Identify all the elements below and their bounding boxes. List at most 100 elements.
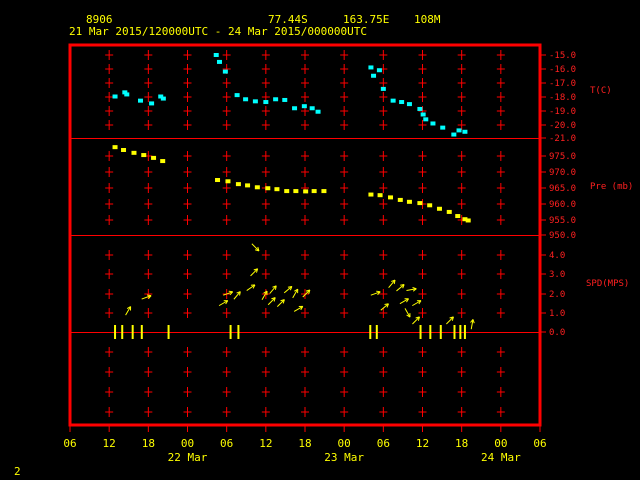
pressure-point: [151, 155, 157, 160]
y-tick-label: 1.0: [549, 309, 565, 319]
temperature-point: [420, 112, 426, 117]
temperature-point: [292, 106, 298, 111]
y-tick-label: -19.0: [549, 107, 576, 117]
x-axis-ticks: 06 12 18 00 06 12 18 00 06 12 18 00 06 22 Mar 23 Mar 24…: [63, 425, 547, 464]
x-tick-label: 06: [63, 437, 76, 450]
temperature-point: [243, 97, 249, 102]
page-number: 2: [14, 465, 21, 478]
wind-arrow: [283, 285, 293, 294]
temperature-point: [282, 97, 288, 102]
wind-arrow: [446, 316, 454, 325]
temperature-point: [234, 93, 240, 98]
temperature-point: [149, 101, 155, 106]
temperature-point: [216, 59, 222, 64]
x-tick-label: 00: [181, 437, 194, 450]
pressure-point: [436, 206, 442, 211]
temperature-point: [380, 86, 386, 91]
data-marks: [112, 53, 475, 339]
pressure-point: [131, 150, 137, 155]
pressure-point: [121, 147, 127, 152]
pressure-point: [417, 201, 423, 206]
pressure-point: [406, 199, 412, 204]
y-tick-label: -15.0: [549, 51, 576, 61]
pressure-point: [377, 193, 383, 198]
temperature-point: [315, 109, 321, 114]
wind-arrow: [412, 300, 422, 307]
wind-arrow: [276, 299, 285, 308]
x-tick-label: 06: [377, 437, 390, 450]
pressure-point: [311, 189, 317, 194]
temperature-point: [451, 132, 457, 137]
wind-arrow: [223, 290, 234, 296]
pressure-point: [368, 192, 374, 197]
pressure-point: [397, 197, 403, 202]
wind-arrow: [250, 268, 259, 277]
elevation: 108M: [414, 13, 441, 26]
date-label: 22 Mar: [168, 451, 208, 464]
y-tick-label: -17.0: [549, 79, 576, 89]
y-tick-label: -21.0: [549, 134, 576, 144]
pressure-point: [293, 189, 299, 194]
y-tick-label: 965.0: [549, 184, 576, 194]
wind-arrow: [380, 303, 389, 311]
pressure-point: [235, 182, 241, 187]
y-tick-label: 950.0: [549, 231, 576, 241]
x-tick-label: 06: [533, 437, 546, 450]
x-tick-label: 18: [142, 437, 155, 450]
wind-arrow: [233, 291, 241, 300]
temperature-point: [390, 98, 396, 103]
y-tick-label: 4.0: [549, 251, 565, 261]
y-tick-label: 3.0: [549, 270, 565, 280]
x-tick-label: 00: [494, 437, 507, 450]
temperature-point: [138, 98, 143, 103]
pressure-point: [141, 153, 147, 158]
wind-arrow: [293, 305, 304, 312]
wind-arrow: [388, 279, 396, 289]
temperature-point: [301, 104, 307, 109]
y-tick-label: 2.0: [549, 290, 565, 300]
wind-arrow: [404, 308, 411, 318]
temperature-point: [368, 65, 374, 70]
date-label: 23 Mar: [324, 451, 364, 464]
wind-arrow: [218, 300, 229, 307]
wind-arrow: [267, 297, 276, 306]
x-tick-label: 06: [220, 437, 233, 450]
x-tick-label: 12: [416, 437, 429, 450]
wind-arrow: [246, 284, 256, 292]
wind-arrow: [396, 284, 405, 292]
y-tick-label: -18.0: [549, 93, 576, 103]
wind-arrow: [370, 290, 381, 296]
pressure-point: [225, 179, 231, 184]
y-tick-label: 960.0: [549, 200, 576, 210]
temperature-point: [440, 125, 446, 130]
temperature-axis-label: T(C): [590, 86, 612, 96]
y-tick-label: 955.0: [549, 216, 576, 226]
wind-arrow: [251, 243, 260, 252]
temperature-point: [112, 94, 118, 99]
temperature-point: [371, 73, 377, 78]
pressure-point: [427, 203, 433, 208]
pressure-point: [388, 195, 394, 200]
pressure-point: [303, 189, 309, 194]
temperature-point: [462, 129, 468, 134]
y-tick-label: 970.0: [549, 168, 576, 178]
temperature-point: [309, 106, 315, 111]
y-tick-label: 975.0: [549, 152, 576, 162]
pressure-point: [284, 189, 290, 194]
temperature-point: [406, 102, 412, 107]
temperature-point: [376, 68, 382, 73]
temperature-point: [430, 121, 436, 126]
x-tick-label: 12: [103, 437, 116, 450]
wind-arrow: [399, 298, 409, 305]
y-tick-label: -16.0: [549, 65, 576, 75]
temperature-point: [399, 100, 405, 105]
wind-arrow: [269, 285, 277, 294]
pressure-point: [245, 183, 251, 188]
date-label: 24 Mar: [481, 451, 521, 464]
y-tick-label: -20.0: [549, 121, 576, 131]
x-tick-label: 18: [455, 437, 468, 450]
pressure-point: [465, 218, 471, 223]
pressure-point: [265, 186, 271, 191]
pressure-axis-label: Pre (mb): [590, 182, 633, 192]
y-axis-ticks: -15.0 -16.0 -17.0 -18.0 -19.0 -20.0 -21.0 975.0…: [540, 51, 576, 338]
